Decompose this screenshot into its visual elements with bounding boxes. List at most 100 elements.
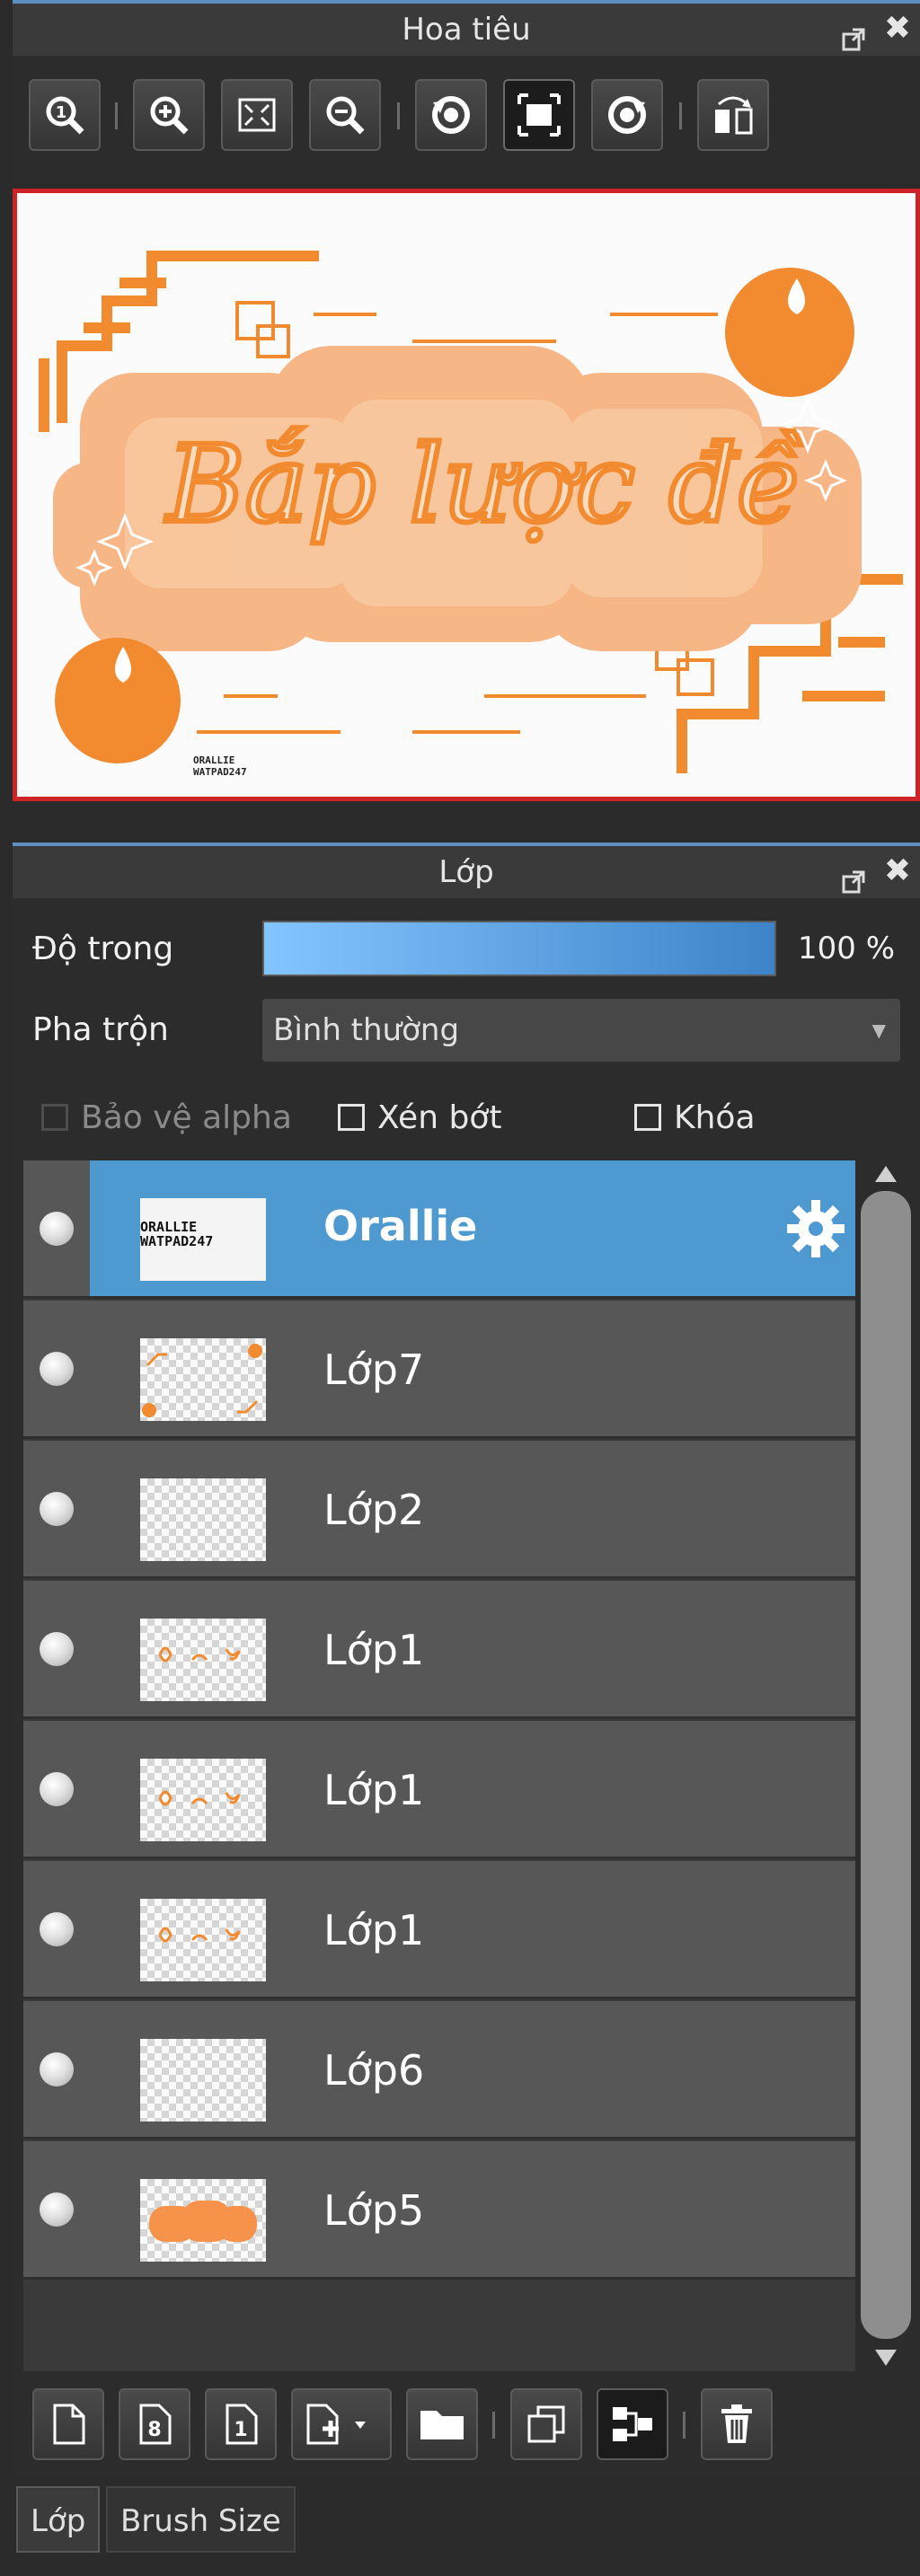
layer-row[interactable]: Lớp1: [23, 1721, 855, 1859]
visibility-cell: [23, 1160, 90, 1296]
navigator-toolbar: 1: [13, 56, 920, 181]
thumb-watermark-1: ORALLIE: [140, 1219, 198, 1235]
canvas-preview[interactable]: Bắp lược đề ORALLIE WATPAD247: [13, 189, 920, 801]
lock-label: Khóa: [674, 1098, 756, 1136]
duplicate-layer-icon[interactable]: [510, 2388, 582, 2460]
tab-layer[interactable]: Lớp: [16, 2486, 101, 2553]
visibility-cell: [23, 2001, 90, 2137]
rotate-left-icon[interactable]: [415, 79, 487, 151]
zoom-out-icon[interactable]: [309, 79, 381, 151]
rotate-right-icon[interactable]: [591, 79, 663, 151]
zoom-actual-icon[interactable]: 1: [29, 79, 101, 151]
layer-row[interactable]: Lớp2: [23, 1441, 855, 1579]
layer-name: Orallie: [323, 1202, 478, 1250]
layer-name: Lớp6: [323, 2046, 425, 2095]
svg-text:1: 1: [234, 2419, 247, 2441]
lock-checkbox[interactable]: Khóa: [634, 1098, 756, 1137]
layers-title-bar: Lớp ✖: [13, 842, 920, 898]
visibility-cell: [23, 1581, 90, 1716]
layer-name: Lớp2: [323, 1486, 425, 1534]
visibility-icon[interactable]: [40, 2192, 74, 2227]
scroll-thumb[interactable]: [861, 1191, 911, 2339]
layer-name: Lớp1: [323, 1906, 425, 1954]
visibility-icon[interactable]: [40, 1352, 74, 1386]
folder-icon[interactable]: [406, 2388, 478, 2460]
visibility-cell: [23, 1861, 90, 1997]
close-icon[interactable]: ✖: [884, 11, 911, 47]
popout-icon[interactable]: [841, 859, 866, 894]
zoom-in-icon[interactable]: [133, 79, 205, 151]
layer-name: Lớp1: [323, 1626, 425, 1674]
layer-row[interactable]: Lớp1: [23, 1581, 855, 1719]
layer-row[interactable]: Lớp5: [23, 2141, 855, 2280]
flip-icon[interactable]: [697, 79, 769, 151]
preview-title-art: Bắp lược đề: [165, 422, 802, 546]
layer-row[interactable]: Lớp6: [23, 2001, 855, 2139]
fit-screen-icon[interactable]: [221, 79, 293, 151]
checkbox-box: [338, 1104, 365, 1131]
protect-alpha-label: Bảo vệ alpha: [81, 1098, 292, 1136]
protect-alpha-checkbox[interactable]: Bảo vệ alpha: [41, 1098, 292, 1137]
chevron-down-icon: ▼: [871, 1019, 886, 1041]
navigator-title-bar: Hoa tiêu ✖: [13, 0, 920, 56]
preview-watermark-2: WATPAD247: [193, 766, 247, 778]
visibility-icon[interactable]: [40, 2052, 74, 2086]
layer-thumbnail: [140, 1478, 266, 1561]
visibility-icon[interactable]: [40, 1772, 74, 1806]
new-1bit-layer-icon[interactable]: 1: [205, 2388, 277, 2460]
layer-thumbnail: [140, 1338, 266, 1421]
layer-actions-toolbar: 8 1: [13, 2376, 920, 2475]
layer-name: Lớp5: [323, 2186, 425, 2235]
opacity-label: Độ trong: [32, 931, 174, 967]
thumb-watermark-2: WATPAD247: [140, 1233, 214, 1249]
visibility-cell: [23, 1721, 90, 1857]
svg-text:1: 1: [56, 103, 67, 122]
clip-label: Xén bớt: [377, 1098, 502, 1136]
layer-thumbnail: [140, 2039, 266, 2122]
visibility-cell: [23, 2141, 90, 2277]
layer-list: ORALLIE WATPAD247 Orallie Lớp7 Lớp2 Lớp1…: [23, 1160, 855, 2371]
layer-row[interactable]: Lớp7: [23, 1301, 855, 1439]
blend-label: Pha trộn: [32, 1011, 169, 1048]
checkbox-box: [41, 1104, 68, 1131]
preview-watermark-1: ORALLIE: [193, 754, 234, 766]
layer-thumbnail: [140, 2179, 266, 2262]
close-icon[interactable]: ✖: [884, 853, 911, 889]
visibility-icon[interactable]: [40, 1492, 74, 1526]
trash-icon[interactable]: [701, 2388, 773, 2460]
layer-name: Lớp7: [323, 1345, 425, 1394]
tab-brush-size[interactable]: Brush Size: [106, 2486, 296, 2553]
popout-icon[interactable]: [841, 16, 866, 51]
checkbox-box: [634, 1104, 661, 1131]
blend-mode-select[interactable]: Bình thường ▼: [262, 999, 900, 1062]
new-8bit-layer-icon[interactable]: 8: [119, 2388, 190, 2460]
layer-row[interactable]: ORALLIE WATPAD247 Orallie: [23, 1160, 855, 1299]
layer-thumbnail: [140, 1899, 266, 1981]
layer-row[interactable]: Lớp1: [23, 1861, 855, 1999]
blend-mode-value: Bình thường: [273, 1012, 460, 1048]
new-layer-icon[interactable]: [32, 2388, 104, 2460]
bottom-tab-bar: Lớp Brush Size: [0, 2477, 920, 2576]
visibility-cell: [23, 1441, 90, 1576]
scroll-up-icon[interactable]: [861, 1160, 911, 1187]
layers-title: Lớp: [438, 854, 494, 890]
svg-text:8: 8: [147, 2419, 161, 2441]
opacity-slider[interactable]: [262, 921, 776, 976]
opacity-value: 100 %: [798, 931, 896, 966]
navigator-title: Hoa tiêu: [402, 12, 531, 48]
gear-icon[interactable]: [783, 1196, 848, 1261]
layer-thumbnail: [140, 1619, 266, 1701]
visibility-cell: [23, 1301, 90, 1436]
visibility-icon[interactable]: [40, 1912, 74, 1946]
layer-name: Lớp1: [323, 1766, 425, 1814]
merge-down-icon[interactable]: [597, 2388, 668, 2460]
layer-thumbnail: [140, 1759, 266, 1841]
scroll-down-icon[interactable]: [861, 2344, 911, 2371]
clip-checkbox[interactable]: Xén bớt: [338, 1098, 501, 1137]
fullscreen-icon[interactable]: [503, 79, 575, 151]
add-layer-menu-icon[interactable]: [291, 2388, 392, 2460]
visibility-icon[interactable]: [40, 1632, 74, 1666]
visibility-icon[interactable]: [40, 1212, 74, 1246]
layer-scrollbar[interactable]: [861, 1160, 911, 2371]
layer-thumbnail: ORALLIE WATPAD247: [140, 1198, 266, 1281]
